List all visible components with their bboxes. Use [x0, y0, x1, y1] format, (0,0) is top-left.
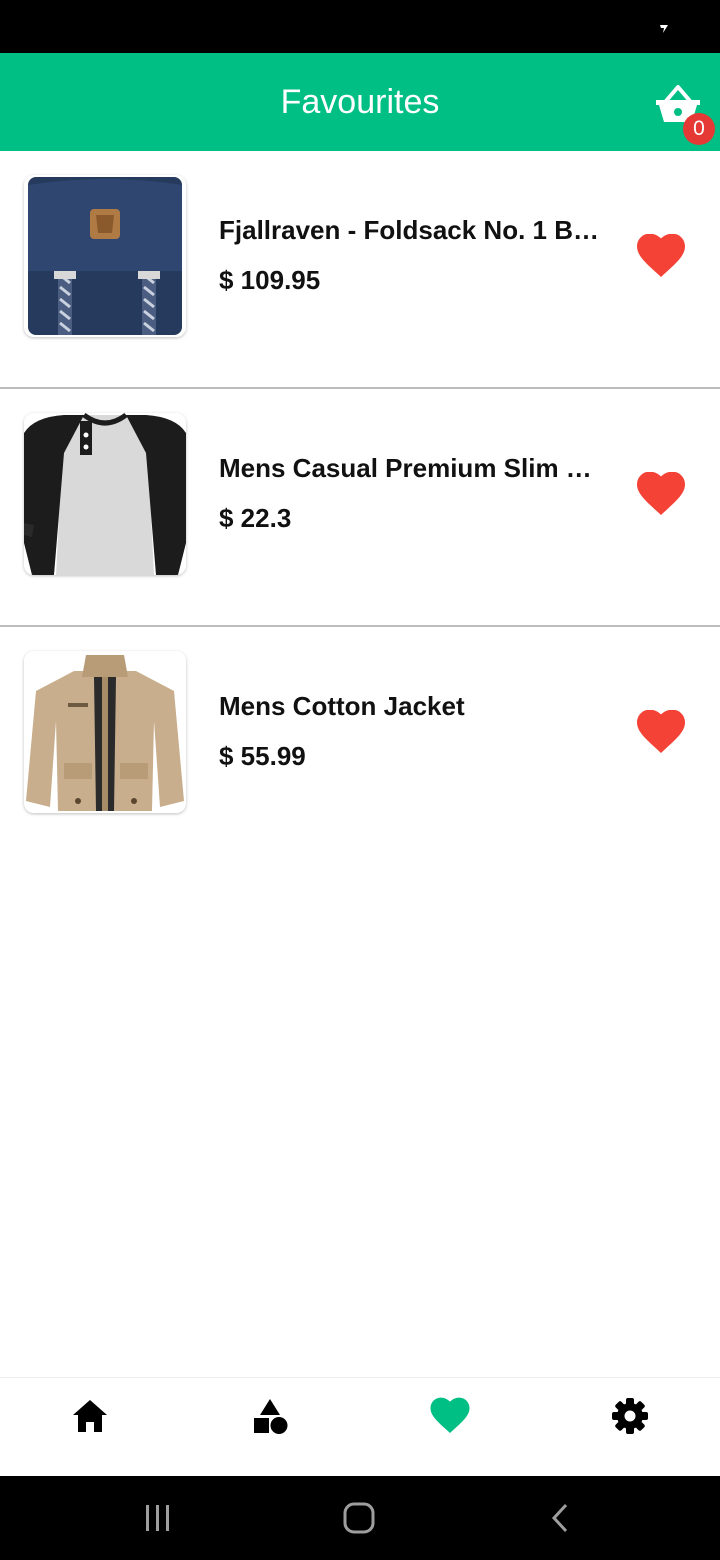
remove-favourite-button[interactable] — [637, 233, 685, 278]
list-item[interactable]: Mens Casual Premium Slim Fit T-Shirts $ … — [0, 389, 720, 627]
signal-icon — [660, 25, 668, 33]
bottom-navigation — [0, 1377, 720, 1476]
product-price: $ 109.95 — [219, 265, 321, 295]
settings-icon — [612, 1398, 648, 1434]
back-chevron-icon — [551, 1503, 568, 1533]
product-name[interactable]: Fjallraven - Foldsack No. 1 Backpack, Fi… — [219, 215, 599, 246]
backpack-image — [24, 175, 186, 337]
list-item[interactable]: Mens Cotton Jacket $ 55.99 — [0, 627, 720, 865]
heart-icon — [430, 1397, 470, 1433]
heart-icon — [637, 709, 685, 753]
product-name[interactable]: Mens Cotton Jacket — [219, 691, 599, 722]
favourites-list: Fjallraven - Foldsack No. 1 Backpack, Fi… — [0, 151, 720, 865]
nav-favourites[interactable] — [430, 1396, 470, 1436]
cotton-jacket-image — [24, 651, 186, 813]
page-title: Favourites — [280, 83, 440, 121]
nav-home[interactable] — [70, 1396, 110, 1436]
nav-categories[interactable] — [250, 1396, 290, 1436]
nav-settings[interactable] — [610, 1396, 650, 1436]
product-image[interactable] — [24, 651, 186, 813]
app-bar: Favourites 0 — [0, 53, 720, 151]
recent-apps-button[interactable] — [138, 1500, 178, 1536]
heart-icon — [637, 233, 685, 277]
raglan-shirt-image — [24, 413, 186, 575]
home-circle-icon — [343, 1502, 375, 1534]
cart-count-badge: 0 — [683, 113, 715, 145]
product-name[interactable]: Mens Casual Premium Slim Fit T-Shirts — [219, 453, 599, 484]
product-image[interactable] — [24, 413, 186, 575]
home-system-button[interactable] — [339, 1500, 379, 1536]
heart-icon — [637, 471, 685, 515]
remove-favourite-button[interactable] — [637, 471, 685, 516]
remove-favourite-button[interactable] — [637, 709, 685, 754]
list-item[interactable]: Fjallraven - Foldsack No. 1 Backpack, Fi… — [0, 151, 720, 389]
product-price: $ 22.3 — [219, 503, 292, 533]
home-icon — [73, 1400, 107, 1432]
recent-apps-icon — [146, 1505, 169, 1531]
product-price: $ 55.99 — [219, 741, 306, 771]
system-navigation-bar — [0, 1476, 720, 1560]
back-button[interactable] — [540, 1500, 580, 1536]
status-bar — [0, 0, 720, 53]
product-image[interactable] — [24, 175, 186, 337]
categories-icon — [254, 1399, 288, 1434]
